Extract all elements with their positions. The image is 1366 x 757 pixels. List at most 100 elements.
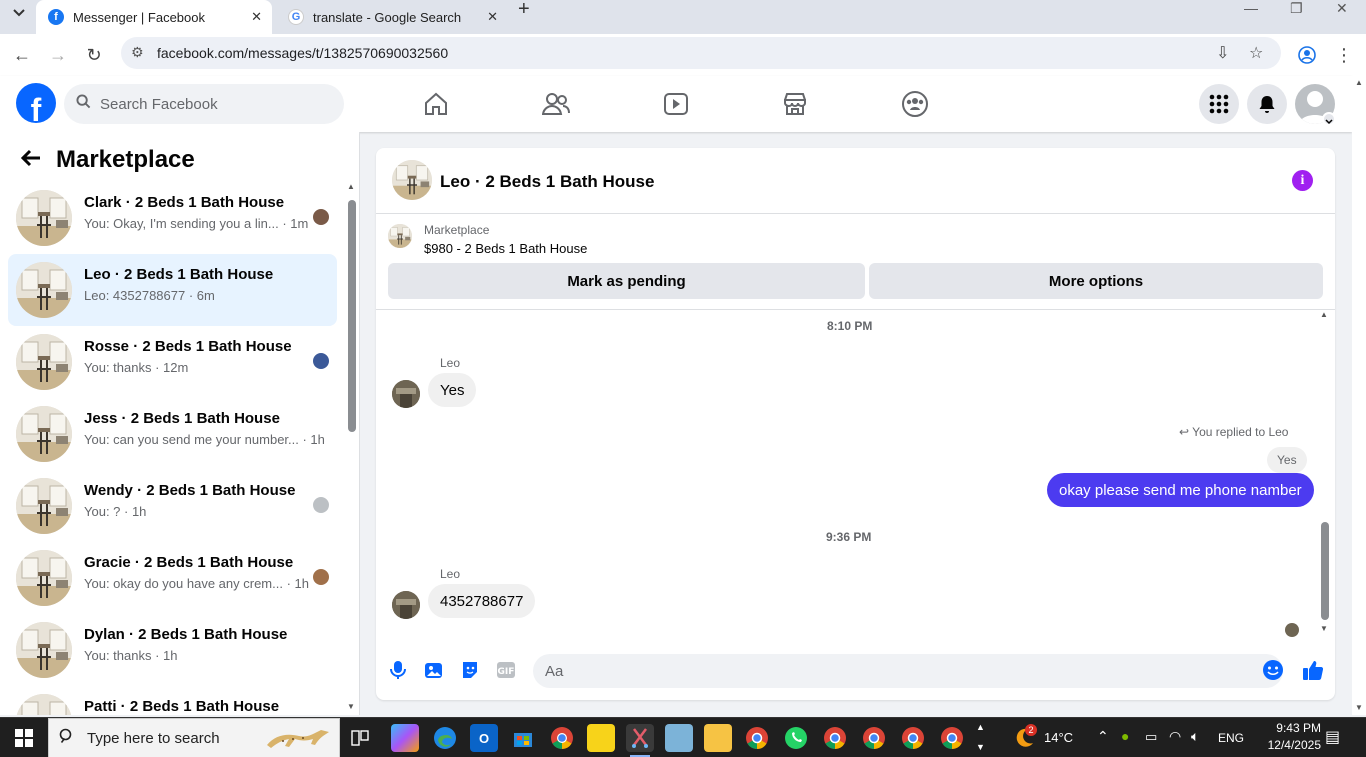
tab-search-button[interactable] [4,0,34,26]
scroll-down-arrow-icon[interactable]: ▼ [347,702,355,711]
scroll-up-arrow-icon[interactable]: ▲ [1355,78,1363,87]
tab-messenger[interactable]: f Messenger | Facebook ✕ [36,0,272,34]
back-icon[interactable]: ← [9,42,35,68]
volume-icon[interactable]: 🔈︎ [1191,728,1199,745]
scroll-down-arrow-icon[interactable]: ▼ [1320,624,1328,633]
forward-icon[interactable]: → [45,42,71,68]
conversation-item[interactable]: Clark · 2 Beds 1 Bath House You: Okay, I'… [8,182,337,254]
windows-start-icon[interactable] [0,718,48,757]
scroll-down-arrow-icon[interactable]: ▼ [1355,703,1363,712]
incoming-message[interactable]: Yes [428,373,477,407]
search-input[interactable] [100,84,330,124]
snipping-tool-icon[interactable] [626,724,654,757]
like-thumbs-up-icon[interactable] [1301,658,1325,682]
chrome-menu-icon[interactable]: ⋮ [1331,42,1357,68]
thread-scrollbar[interactable]: ▲ ▼ [1316,310,1330,638]
notification-center-icon[interactable]: ▤ [1325,727,1340,747]
clock-time[interactable]: 9:43 PM [1261,721,1321,735]
gif-icon[interactable]: GIF [494,658,518,682]
mark-as-pending-button[interactable]: Mark as pending [388,263,865,299]
taskbar-scroll-down-icon[interactable]: ▼ [976,742,985,752]
page-scrollbar[interactable]: ▲ ▼ [1352,76,1366,715]
home-icon[interactable] [420,88,452,120]
scrollbar-thumb[interactable] [348,200,356,432]
account-menu-chevron-icon[interactable] [1322,112,1336,126]
battery-icon[interactable]: ▭ [1145,729,1157,745]
marketplace-icon[interactable] [779,88,811,120]
friends-icon[interactable] [540,88,572,120]
inbox-scrollbar[interactable]: ▲ ▼ [346,182,358,712]
microphone-icon[interactable] [386,658,410,682]
facebook-logo[interactable]: f [16,83,56,123]
facebook-search[interactable] [64,84,344,124]
sender-avatar[interactable] [392,380,420,408]
conversation-item[interactable]: Leo · 2 Beds 1 Bath House Leo: 4352788677… [8,254,337,326]
listing-photo[interactable] [392,160,432,200]
quoted-message[interactable]: Yes [1267,447,1307,473]
sticker-icon[interactable] [458,658,482,682]
clock-date[interactable]: 12/4/2025 [1256,738,1321,752]
groups-icon[interactable] [899,88,931,120]
listing-thumbnail[interactable] [388,224,412,248]
scrollbar-thumb[interactable] [1321,522,1329,620]
chrome-profile-icon[interactable] [938,724,966,752]
conversation-item[interactable]: Gracie · 2 Beds 1 Bath House You: okay do… [8,542,337,614]
taskbar-scroll-up-icon[interactable]: ▲ [976,722,985,732]
notepad-icon[interactable] [665,724,693,752]
weather-icon[interactable]: 2 [1012,724,1037,750]
show-hidden-icons-icon[interactable]: ⌃ [1097,728,1109,745]
close-tab-icon[interactable]: ✕ [251,9,262,25]
file-explorer-icon[interactable] [704,724,732,752]
conversation-item[interactable]: Jess · 2 Beds 1 Bath House You: can you s… [8,398,337,470]
store-icon[interactable] [509,724,537,752]
more-options-button[interactable]: More options [869,263,1323,299]
chrome-profile-icon[interactable] [821,724,849,752]
taskbar-search[interactable] [48,718,340,757]
outlook-icon[interactable]: O [470,724,498,752]
new-tab-button[interactable]: + [518,0,530,20]
emoji-icon[interactable] [1261,658,1285,682]
photo-icon[interactable] [422,658,446,682]
chrome-icon[interactable] [548,724,576,752]
conversation-item[interactable]: Wendy · 2 Beds 1 Bath House You: ? · 1h [8,470,337,542]
profile-icon[interactable] [1294,42,1320,68]
address-bar[interactable]: ⚙ facebook.com/messages/t/13825706900325… [121,37,1281,69]
site-info-icon[interactable]: ⚙ [131,44,144,61]
chat-title[interactable]: Leo · 2 Beds 1 Bath House [440,172,654,192]
incoming-message[interactable]: 4352788677 [428,584,536,618]
minimize-icon[interactable]: — [1244,0,1258,20]
task-view-icon[interactable] [346,724,374,752]
close-tab-icon[interactable]: ✕ [487,9,498,25]
chrome-profile-icon[interactable] [860,724,888,752]
reload-icon[interactable]: ↻ [81,42,107,68]
taskbar-search-input[interactable] [87,719,257,757]
message-input-box[interactable] [533,654,1283,688]
scroll-up-arrow-icon[interactable]: ▲ [1320,310,1328,319]
temperature[interactable]: 14°C [1044,730,1073,745]
info-icon[interactable]: i [1292,170,1313,191]
conversation-item[interactable]: Patti · 2 Beds 1 Bath House [8,686,337,715]
conversation-item[interactable]: Dylan · 2 Beds 1 Bath House You: thanks ·… [8,614,337,686]
scroll-up-arrow-icon[interactable]: ▲ [347,182,355,191]
install-app-icon[interactable]: ⇩ [1216,43,1229,63]
edge-icon[interactable] [431,724,459,752]
notifications-bell-icon[interactable] [1247,84,1287,124]
security-status-icon[interactable]: ● [1121,728,1129,744]
listing-price-title[interactable]: $980 - 2 Beds 1 Bath House [424,241,587,256]
chrome-profile-icon[interactable] [899,724,927,752]
chrome-profile-icon[interactable] [743,724,771,752]
back-arrow-icon[interactable] [20,148,42,174]
menu-grid-icon[interactable] [1199,84,1239,124]
bookmark-star-icon[interactable]: ☆ [1249,43,1263,63]
copilot-icon[interactable] [391,724,419,752]
wifi-icon[interactable]: ◠ [1169,728,1181,745]
restore-icon[interactable]: ❐ [1290,0,1303,20]
outgoing-message[interactable]: okay please send me phone namber [1047,473,1314,507]
tab-google-translate[interactable]: G translate - Google Search ✕ [276,0,508,34]
sticky-notes-icon[interactable] [587,724,615,752]
sender-avatar[interactable] [392,591,420,619]
window-close-icon[interactable]: ✕ [1336,0,1348,20]
message-input[interactable] [545,654,1245,688]
conversation-item[interactable]: Rosse · 2 Beds 1 Bath House You: thanks ·… [8,326,337,398]
whatsapp-icon[interactable] [782,724,810,752]
